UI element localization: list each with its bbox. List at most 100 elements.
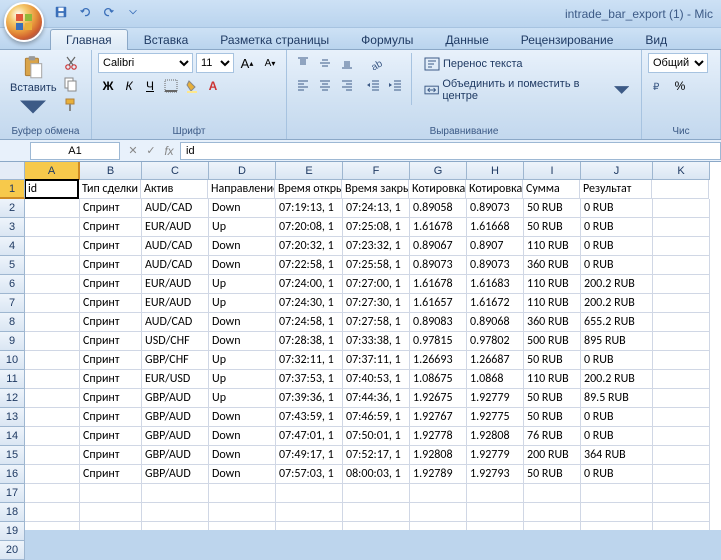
italic-button[interactable]: К <box>119 76 139 96</box>
cell[interactable]: 110 RUB <box>524 275 581 294</box>
cell[interactable]: 0.89067 <box>410 237 467 256</box>
col-header-F[interactable]: F <box>343 162 410 180</box>
cell[interactable]: Up <box>209 370 276 389</box>
font-name-select[interactable]: Calibri <box>98 53 193 73</box>
cell[interactable]: Спринт <box>80 465 142 484</box>
format-painter-icon[interactable] <box>63 97 79 116</box>
cell[interactable] <box>524 503 581 522</box>
cell[interactable]: Спринт <box>80 218 142 237</box>
bold-button[interactable]: Ж <box>98 76 118 96</box>
row-header[interactable]: 3 <box>0 218 25 237</box>
cell[interactable]: 0.97802 <box>467 332 524 351</box>
cell[interactable]: 07:50:01, 1 <box>343 427 410 446</box>
row-header[interactable]: 5 <box>0 256 25 275</box>
cell[interactable] <box>581 484 653 503</box>
cell[interactable]: EUR/AUD <box>142 294 209 313</box>
cell[interactable] <box>25 275 80 294</box>
row-header[interactable]: 19 <box>0 522 25 541</box>
row-header[interactable]: 2 <box>0 199 25 218</box>
cell[interactable] <box>653 294 710 313</box>
cell[interactable]: 07:23:32, 1 <box>343 237 410 256</box>
col-header-A[interactable]: A <box>25 162 80 180</box>
cell[interactable]: 1.92779 <box>467 446 524 465</box>
cell[interactable]: Сумма <box>523 180 580 199</box>
cell[interactable]: 110 RUB <box>524 237 581 256</box>
cell[interactable]: 07:25:58, 1 <box>343 256 410 275</box>
cell[interactable] <box>653 408 710 427</box>
save-icon[interactable] <box>50 3 72 24</box>
cell[interactable]: Спринт <box>80 313 142 332</box>
name-box[interactable] <box>30 142 120 160</box>
cell[interactable]: Спринт <box>80 256 142 275</box>
cell[interactable] <box>653 256 710 275</box>
cell[interactable]: 0.89068 <box>467 313 524 332</box>
cell[interactable]: 76 RUB <box>524 427 581 446</box>
cell[interactable] <box>467 503 524 522</box>
cell[interactable]: 07:24:00, 1 <box>276 275 343 294</box>
row-header[interactable]: 12 <box>0 389 25 408</box>
cell[interactable]: 1.92779 <box>467 389 524 408</box>
cell[interactable]: Спринт <box>80 199 142 218</box>
cell[interactable]: 0 RUB <box>581 465 653 484</box>
cell[interactable] <box>524 484 581 503</box>
cell[interactable]: 50 RUB <box>524 465 581 484</box>
cell[interactable] <box>581 522 653 530</box>
cell[interactable]: 895 RUB <box>581 332 653 351</box>
cell[interactable]: AUD/CAD <box>142 313 209 332</box>
cell[interactable]: 1.08675 <box>410 370 467 389</box>
cell[interactable]: 50 RUB <box>524 408 581 427</box>
cell[interactable]: 07:24:58, 1 <box>276 313 343 332</box>
cell[interactable]: Котировка <box>409 180 466 199</box>
cell[interactable]: Результат <box>580 180 652 199</box>
cell[interactable]: 1.92778 <box>410 427 467 446</box>
cell[interactable] <box>25 522 80 530</box>
cell[interactable]: 0.89058 <box>410 199 467 218</box>
font-color-icon[interactable]: A <box>203 76 223 96</box>
cell[interactable]: Up <box>209 275 276 294</box>
cell[interactable]: GBP/AUD <box>142 465 209 484</box>
cell[interactable] <box>25 408 80 427</box>
cell[interactable]: 07:28:38, 1 <box>276 332 343 351</box>
col-header-K[interactable]: K <box>653 162 710 180</box>
border-icon[interactable] <box>161 76 181 96</box>
cell[interactable] <box>25 389 80 408</box>
cell[interactable]: 1.61668 <box>467 218 524 237</box>
cell[interactable]: Down <box>209 465 276 484</box>
office-button[interactable] <box>4 2 44 42</box>
cell[interactable] <box>209 484 276 503</box>
cell[interactable]: 0.89073 <box>467 256 524 275</box>
cell[interactable] <box>467 484 524 503</box>
cell[interactable]: 07:32:11, 1 <box>276 351 343 370</box>
cell[interactable] <box>25 313 80 332</box>
cell[interactable]: AUD/CAD <box>142 199 209 218</box>
cell[interactable]: 0.89073 <box>410 256 467 275</box>
cell[interactable]: 07:49:17, 1 <box>276 446 343 465</box>
decrease-font-icon[interactable]: A▾ <box>260 53 280 73</box>
cell[interactable]: Спринт <box>80 237 142 256</box>
cell[interactable]: Направление <box>208 180 275 199</box>
col-header-B[interactable]: B <box>80 162 142 180</box>
qat-dropdown-icon[interactable] <box>122 3 144 24</box>
row-header[interactable]: 10 <box>0 351 25 370</box>
cell[interactable] <box>25 199 80 218</box>
cell[interactable]: 1.92808 <box>467 427 524 446</box>
cell[interactable] <box>25 332 80 351</box>
row-header[interactable]: 20 <box>0 541 25 560</box>
row-header[interactable]: 13 <box>0 408 25 427</box>
cell[interactable] <box>80 484 142 503</box>
cell[interactable]: 110 RUB <box>524 294 581 313</box>
select-all-corner[interactable] <box>0 162 25 180</box>
align-top-icon[interactable] <box>293 53 313 73</box>
tab-данные[interactable]: Данные <box>429 29 504 50</box>
cell[interactable]: Down <box>209 446 276 465</box>
enter-formula-icon[interactable]: ✓ <box>142 142 160 160</box>
row-header[interactable]: 15 <box>0 446 25 465</box>
cell[interactable]: 1.92789 <box>410 465 467 484</box>
cell[interactable]: 07:25:08, 1 <box>343 218 410 237</box>
col-header-C[interactable]: C <box>142 162 209 180</box>
cell[interactable]: 07:39:36, 1 <box>276 389 343 408</box>
cell[interactable]: 0 RUB <box>581 199 653 218</box>
cell[interactable] <box>652 180 709 199</box>
cell[interactable]: 0.89073 <box>467 199 524 218</box>
undo-icon[interactable] <box>74 3 96 24</box>
